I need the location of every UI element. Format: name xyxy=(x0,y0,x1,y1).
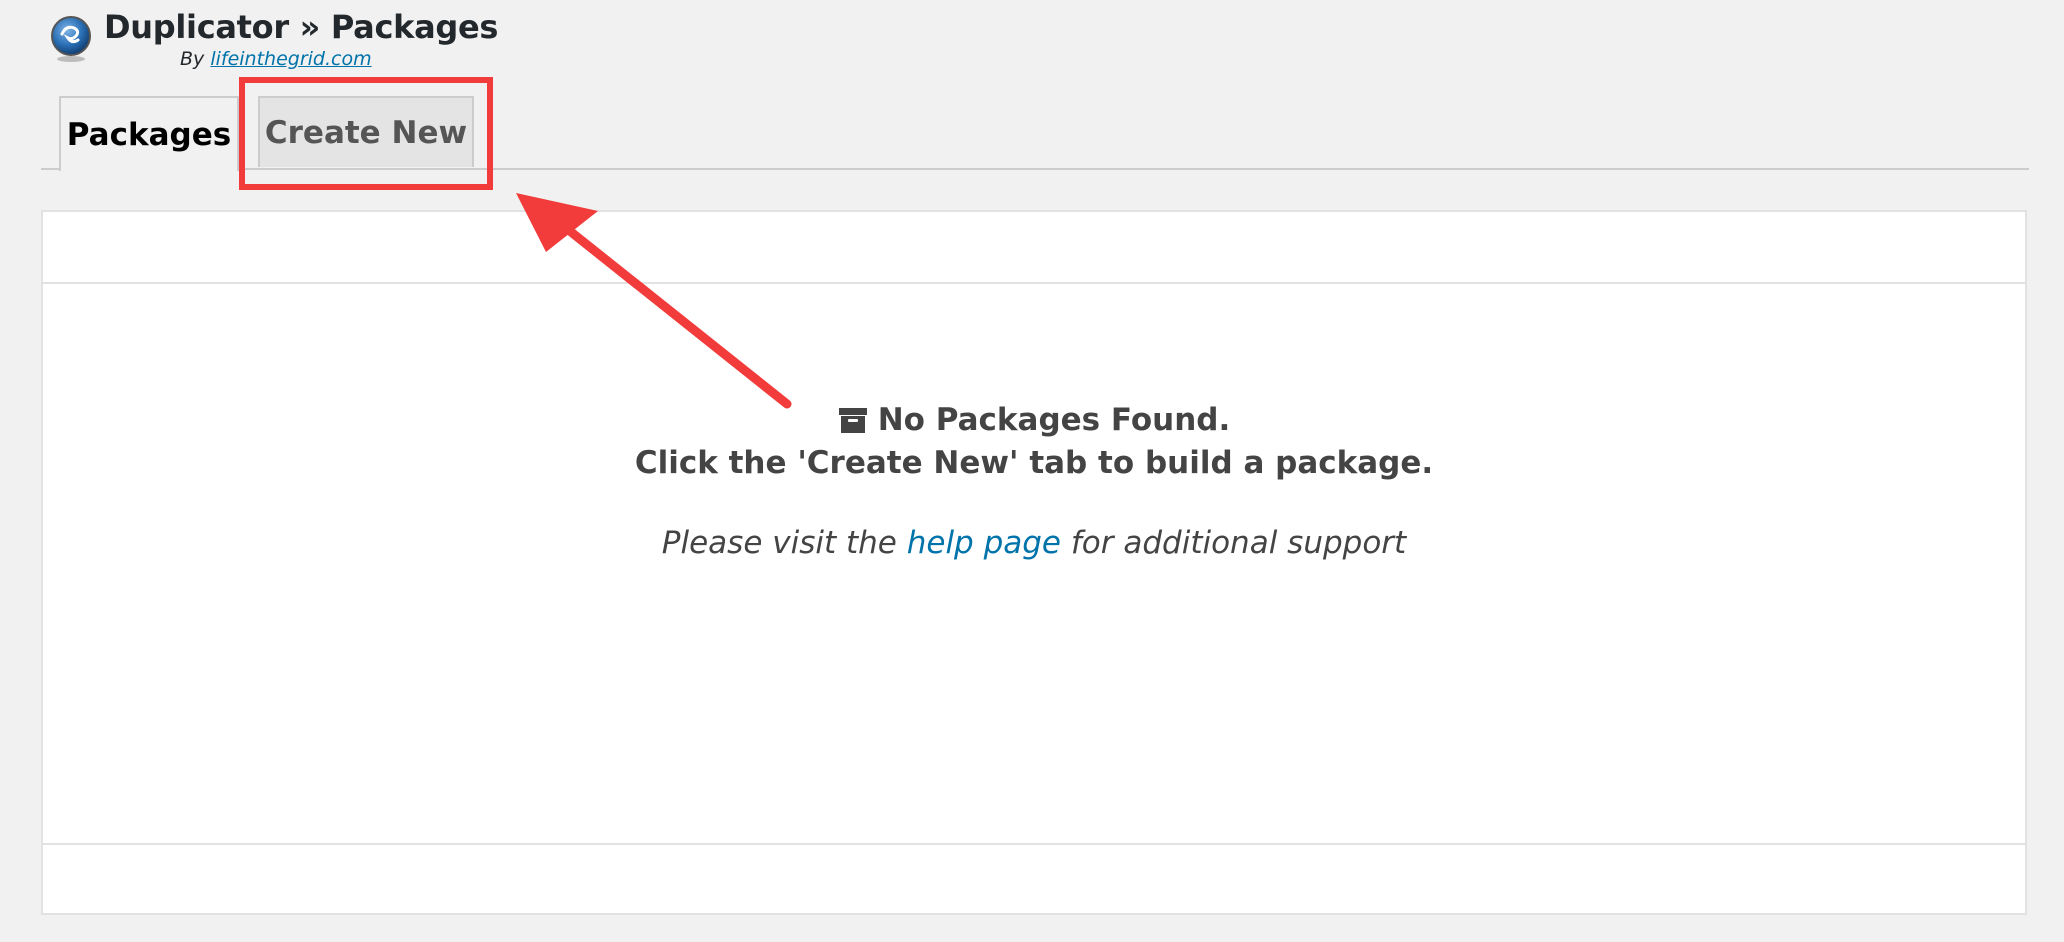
help-prefix: Please visit the xyxy=(661,525,897,561)
tabs-divider xyxy=(41,168,2029,170)
empty-title-row: No Packages Found. xyxy=(838,402,1231,438)
author-link[interactable]: lifeinthegrid.com xyxy=(210,48,371,70)
empty-subtitle: Click the 'Create New' tab to build a pa… xyxy=(634,445,1434,481)
help-suffix: for additional support xyxy=(1070,525,1407,561)
page-title: Duplicator » Packages xyxy=(104,8,499,46)
panel-header-divider xyxy=(43,282,2025,284)
help-line: Please visit the help page for additiona… xyxy=(43,525,2025,561)
byline-prefix: By xyxy=(180,48,205,70)
duplicator-logo-icon xyxy=(46,14,96,64)
empty-state: No Packages Found. Click the 'Create New… xyxy=(43,402,2025,561)
packages-panel: No Packages Found. Click the 'Create New… xyxy=(41,210,2027,915)
byline: By lifeinthegrid.com xyxy=(180,48,372,70)
tab-create-new[interactable]: Create New xyxy=(258,96,474,167)
tab-packages[interactable]: Packages xyxy=(59,96,239,171)
archive-box-icon xyxy=(838,405,868,435)
help-page-link[interactable]: help page xyxy=(907,525,1061,561)
empty-title: No Packages Found. xyxy=(877,402,1231,438)
panel-footer-divider xyxy=(43,843,2025,845)
